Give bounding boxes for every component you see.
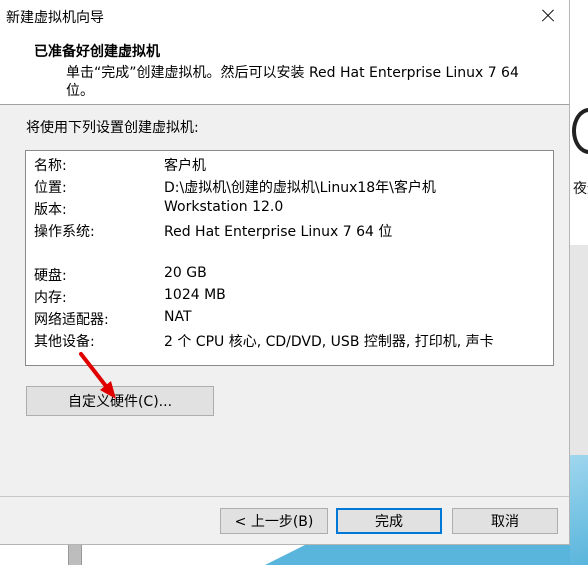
setting-key: 内存: <box>34 290 67 306</box>
setting-key: 版本: <box>34 202 67 218</box>
customize-hardware-button[interactable]: 自定义硬件(C)... <box>26 386 214 416</box>
setting-value: Red Hat Enterprise Linux 7 64 位 <box>164 224 393 240</box>
wizard-content: 将使用下列设置创建虚拟机: 名称: 客户机 位置: D:\虚拟机\创建的虚拟机\… <box>0 105 569 496</box>
setting-value: 客户机 <box>164 158 206 174</box>
wizard-header: 已准备好创建虚拟机 单击“完成”创建虚拟机。然后可以安装 Red Hat Ent… <box>0 32 569 104</box>
back-button[interactable]: < 上一步(B) <box>220 508 328 534</box>
background-bottom-accent <box>265 545 305 565</box>
setting-key: 操作系统: <box>34 224 95 240</box>
page-title: 已准备好创建虚拟机 <box>34 44 160 60</box>
setting-value: 2 个 CPU 核心, CD/DVD, USB 控制器, 打印机, 声卡 <box>164 334 494 350</box>
wizard-footer: < 上一步(B) 完成 取消 <box>0 497 569 544</box>
background-window: 夜远 <box>570 0 588 565</box>
title-bar[interactable]: 新建虚拟机向导 <box>0 0 569 32</box>
setting-key: 其他设备: <box>34 334 95 350</box>
background-scrollbar <box>68 545 82 565</box>
setting-key: 位置: <box>34 180 67 196</box>
window-title: 新建虚拟机向导 <box>6 10 104 26</box>
setting-value: 20 GB <box>164 265 207 281</box>
instruction-label: 将使用下列设置创建虚拟机: <box>26 120 199 136</box>
setting-key: 名称: <box>34 158 67 174</box>
setting-value: Workstation 12.0 <box>164 199 284 215</box>
close-icon[interactable] <box>532 2 564 30</box>
setting-value: D:\虚拟机\创建的虚拟机\Linux18年\客户机 <box>164 180 436 196</box>
background-bottom-blue <box>305 545 570 565</box>
background-accent <box>570 455 588 565</box>
background-partial-text: 夜远 <box>573 181 588 197</box>
page-description: 单击“完成”创建虚拟机。然后可以安装 Red Hat Enterprise Li… <box>66 65 519 99</box>
background-gray-panel <box>570 245 588 455</box>
red-arrow-annotation-icon <box>79 352 116 399</box>
new-vm-wizard-dialog: 新建虚拟机向导 已准备好创建虚拟机 单击“完成”创建虚拟机。然后可以安装 Red… <box>0 0 570 545</box>
cancel-button[interactable]: 取消 <box>452 508 558 534</box>
finish-button[interactable]: 完成 <box>336 508 442 534</box>
setting-key: 网络适配器: <box>34 312 109 328</box>
settings-summary-box: 名称: 客户机 位置: D:\虚拟机\创建的虚拟机\Linux18年\客户机 版… <box>25 150 554 366</box>
setting-value: 1024 MB <box>164 287 226 303</box>
setting-key: 硬盘: <box>34 268 67 284</box>
setting-value: NAT <box>164 309 192 325</box>
